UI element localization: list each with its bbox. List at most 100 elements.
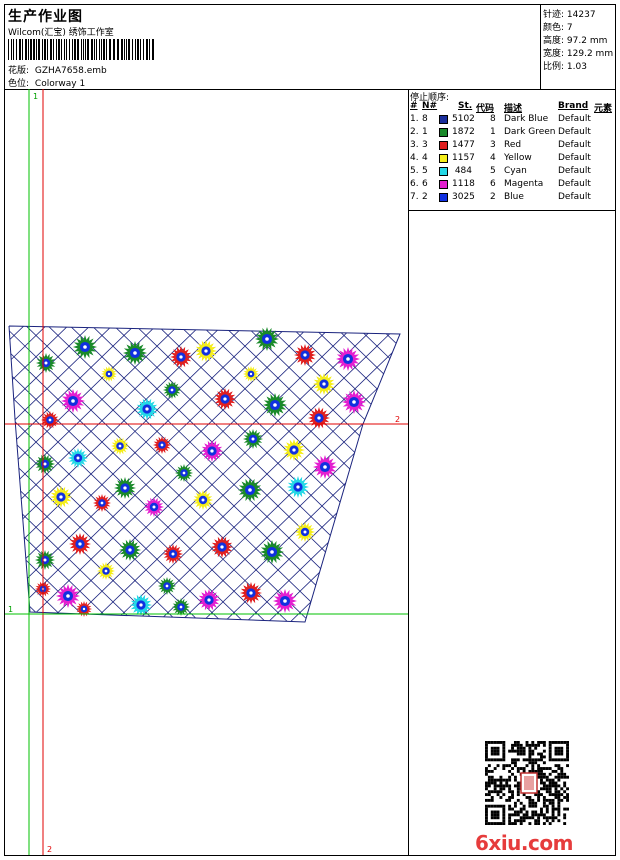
row-code: 5 bbox=[490, 166, 496, 176]
flower-motif bbox=[114, 477, 136, 499]
design-label: 花版: bbox=[8, 66, 30, 76]
row-seq: 7. bbox=[410, 192, 419, 202]
flower-motif bbox=[260, 540, 284, 564]
flower-motif bbox=[119, 539, 141, 561]
guide-label-v2: 2 bbox=[47, 845, 52, 854]
color-swatch bbox=[439, 193, 448, 202]
row-brand: Default bbox=[558, 192, 591, 202]
color-swatch bbox=[439, 141, 448, 150]
flower-motif bbox=[295, 522, 315, 542]
flower-motif bbox=[238, 478, 262, 502]
flower-motif bbox=[195, 340, 217, 362]
row-brand: Default bbox=[558, 166, 591, 176]
flower-motif bbox=[35, 550, 55, 570]
flower-motif bbox=[36, 353, 56, 373]
col-header-stitches: St. bbox=[458, 101, 473, 111]
stat-height: 高度: 97.2 mm bbox=[543, 36, 608, 46]
row-stitches: 484 bbox=[454, 166, 472, 176]
flower-motif bbox=[175, 464, 193, 482]
colorway-name: Colorway 1 bbox=[34, 79, 86, 89]
colorway-label: 色位: bbox=[8, 79, 30, 89]
row-needle: 2 bbox=[422, 192, 428, 202]
flower-motifs bbox=[35, 327, 366, 617]
guide-label-v1: 1 bbox=[33, 92, 38, 101]
flower-motif bbox=[283, 439, 305, 461]
flower-motif bbox=[342, 390, 366, 414]
flower-motif bbox=[287, 476, 309, 498]
production-worksheet: 生产作业图 Wilcom(汇宝) 绣饰工作室 花版: GZHA7658.emb … bbox=[4, 4, 616, 856]
flower-motif bbox=[50, 486, 72, 508]
barcode-image bbox=[8, 39, 154, 60]
design-stats: 针迹: 14237 颜色: 7 高度: 97.2 mm 宽度: 129.2 mm… bbox=[540, 5, 616, 89]
flower-motif bbox=[73, 335, 97, 359]
flower-motif bbox=[123, 341, 147, 365]
flower-motif bbox=[144, 497, 164, 517]
table-row: 4. 4 1157 4 Yellow Default bbox=[409, 153, 615, 166]
row-code: 6 bbox=[490, 179, 496, 189]
col-header-code: 代码 bbox=[476, 104, 495, 114]
guide-label-h2: 2 bbox=[395, 415, 400, 424]
row-brand: Default bbox=[558, 153, 591, 163]
row-brand: Default bbox=[558, 179, 591, 189]
flower-motif bbox=[56, 584, 80, 608]
row-desc: Blue bbox=[504, 192, 524, 202]
row-needle: 1 bbox=[422, 127, 428, 137]
flower-motif bbox=[136, 398, 158, 420]
guide-label-h1: 1 bbox=[8, 605, 13, 614]
company-name: Wilcom(汇宝) 绣饰工作室 bbox=[8, 28, 114, 38]
row-needle: 6 bbox=[422, 179, 428, 189]
row-seq: 3. bbox=[410, 140, 419, 150]
row-stitches: 3025 bbox=[452, 192, 475, 202]
flower-motif bbox=[158, 577, 176, 595]
design-preview: 1 2 2 1 bbox=[5, 89, 409, 855]
stop-sequence-table: 停止顺序: # N# St. 代码 描述 Brand 元素 1. 8 5102 8 Da… bbox=[409, 89, 615, 211]
table-row: 1. 8 5102 8 Dark Blue Default bbox=[409, 114, 615, 127]
row-seq: 6. bbox=[410, 179, 419, 189]
site-logo: 6xiu.com bbox=[475, 831, 573, 855]
table-row: 5. 5 484 5 Cyan Default bbox=[409, 166, 615, 179]
row-stitches: 1872 bbox=[452, 127, 475, 137]
row-stitches: 1477 bbox=[452, 140, 475, 150]
flower-motif bbox=[201, 440, 223, 462]
col-header-element: 元素 bbox=[594, 104, 613, 114]
flower-motif bbox=[214, 388, 236, 410]
flower-motif bbox=[61, 389, 85, 413]
flower-motif bbox=[76, 601, 92, 617]
worksheet-header: 生产作业图 Wilcom(汇宝) 绣饰工作室 花版: GZHA7658.emb … bbox=[5, 5, 615, 90]
flower-motif bbox=[243, 366, 259, 382]
color-swatch bbox=[439, 167, 448, 176]
row-stitches: 5102 bbox=[452, 114, 475, 124]
row-seq: 5. bbox=[410, 166, 419, 176]
row-stitches: 1118 bbox=[452, 179, 475, 189]
flower-motif bbox=[69, 533, 91, 555]
row-brand: Default bbox=[558, 127, 591, 137]
flower-motif bbox=[255, 327, 279, 351]
color-swatch bbox=[439, 154, 448, 163]
flower-motif bbox=[97, 562, 115, 580]
flower-motif bbox=[172, 598, 190, 616]
flower-motif bbox=[294, 344, 316, 366]
row-seq: 4. bbox=[410, 153, 419, 163]
col-header-brand: Brand bbox=[558, 101, 589, 111]
row-needle: 3 bbox=[422, 140, 428, 150]
row-desc: Dark Blue bbox=[504, 114, 549, 124]
flower-motif bbox=[111, 437, 129, 455]
row-code: 2 bbox=[490, 192, 496, 202]
flower-motif bbox=[273, 589, 297, 613]
row-needle: 8 bbox=[422, 114, 428, 124]
color-swatch bbox=[439, 180, 448, 189]
row-code: 1 bbox=[490, 127, 496, 137]
flower-motif bbox=[153, 436, 171, 454]
row-desc: Red bbox=[504, 140, 522, 150]
color-sequence-panel: 停止顺序: # N# St. 代码 描述 Brand 元素 1. 8 5102 8 Da… bbox=[409, 89, 615, 855]
col-header-index: # bbox=[410, 101, 418, 111]
row-code: 8 bbox=[490, 114, 496, 124]
stat-colors: 颜色: 7 bbox=[543, 23, 573, 33]
flower-motif bbox=[336, 347, 360, 371]
flower-motif bbox=[243, 429, 263, 449]
qr-code-image bbox=[485, 741, 569, 825]
table-row: 6. 6 1118 6 Magenta Default bbox=[409, 179, 615, 192]
flower-motif bbox=[101, 366, 117, 382]
row-desc: Cyan bbox=[504, 166, 527, 176]
row-seq: 1. bbox=[410, 114, 419, 124]
